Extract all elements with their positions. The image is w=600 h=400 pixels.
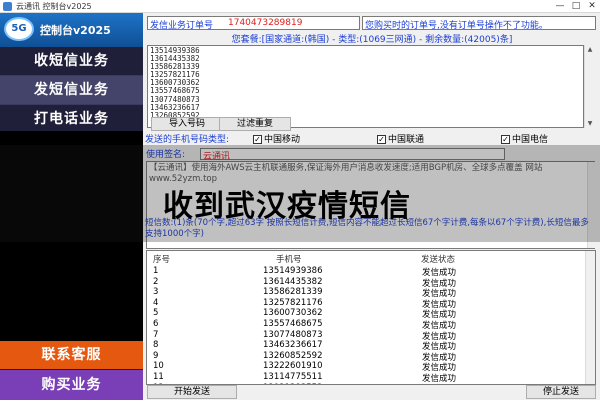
phone-line: 13514939386 bbox=[150, 46, 200, 55]
headline-overlay: 收到武汉疫情短信 bbox=[163, 189, 411, 224]
row-phone: 13600730362 bbox=[263, 308, 323, 319]
table-row[interactable]: 9 13260852592 发信成功 bbox=[147, 350, 587, 363]
order-value: 1740473289819 bbox=[228, 18, 303, 28]
table-row[interactable]: 2 13614435382 发信成功 bbox=[147, 276, 587, 289]
row-index: 6 bbox=[153, 319, 159, 329]
phone-numbers-textarea[interactable]: 13514939386 13614435382 13586281339 1325782… bbox=[147, 45, 584, 128]
row-index: 9 bbox=[153, 350, 159, 361]
order-label: 发信业务订单号 bbox=[150, 21, 214, 31]
table-row[interactable]: 4 13257821176 发信成功 bbox=[147, 297, 587, 310]
row-phone: 13114775511 bbox=[263, 372, 323, 382]
package-info: 您套餐:[国家通道:(韩国) - 类型:(1069三网通) - 剩余数量:(42… bbox=[231, 35, 513, 45]
scroll-down-icon[interactable]: ▼ bbox=[585, 120, 595, 127]
order-note-text: 您购买时的订单号,没有订单号操作不了功能。 bbox=[365, 21, 548, 31]
carrier-mobile-checkbox[interactable]: ✓ 中国移动 bbox=[253, 132, 300, 145]
close-icon[interactable]: ✕ bbox=[584, 0, 600, 13]
row-phone: 13514939386 bbox=[263, 266, 323, 276]
minimize-icon[interactable]: — bbox=[552, 0, 568, 13]
sidebar-item-call[interactable]: 打电话业务 bbox=[0, 105, 143, 134]
sidebar-blank bbox=[0, 131, 143, 341]
carrier-mobile-label: 中国移动 bbox=[264, 135, 301, 145]
phone-line: 13257821176 bbox=[150, 70, 200, 80]
table-row[interactable]: 5 13600730362 发信成功 bbox=[147, 308, 587, 320]
sidebar: 5G 控制台v2025 收短信业务 发短信业务 打电话业务 联系客服 购买业务 bbox=[0, 13, 143, 400]
row-phone: 13257821176 bbox=[263, 297, 323, 308]
table-row[interactable]: 11 13114775511 发信成功 bbox=[147, 372, 587, 384]
row-index: 5 bbox=[153, 308, 159, 319]
row-phone: 13260852592 bbox=[263, 350, 323, 361]
row-phone: 13463236617 bbox=[263, 340, 323, 351]
column-header-index: 序号 bbox=[153, 255, 171, 265]
table-row[interactable]: 7 13077480873 发信成功 bbox=[147, 329, 587, 342]
row-index: 10 bbox=[153, 361, 164, 372]
order-field[interactable]: 发信业务订单号 1740473289819 bbox=[147, 16, 360, 31]
maximize-icon[interactable]: □ bbox=[568, 0, 584, 13]
buy-service-button[interactable]: 购买业务 bbox=[0, 370, 143, 400]
row-index: 11 bbox=[153, 372, 164, 382]
filter-duplicates-button[interactable]: 过滤重复 bbox=[219, 117, 291, 131]
phone-line: 13463236617 bbox=[150, 102, 200, 112]
scroll-up-icon[interactable]: ▲ bbox=[585, 46, 595, 53]
carrier-unicom-checkbox[interactable]: ✓ 中国联通 bbox=[377, 132, 424, 145]
row-phone: 13586281339 bbox=[263, 287, 323, 298]
phone-line: 13557468675 bbox=[150, 86, 200, 96]
logo-badge: 5G bbox=[4, 17, 34, 41]
sidebar-item-send-sms[interactable]: 发短信业务 bbox=[0, 76, 143, 105]
table-row[interactable]: 1 13514939386 发信成功 bbox=[147, 266, 587, 278]
phone-line: 13600730362 bbox=[150, 78, 200, 88]
sign-input[interactable]: 云通讯 bbox=[200, 148, 505, 162]
row-index: 1 bbox=[153, 266, 159, 276]
import-numbers-button[interactable]: 导入号码 bbox=[151, 117, 223, 131]
table-row[interactable]: 6 13557468675 发信成功 bbox=[147, 319, 587, 331]
carrier-telecom-checkbox[interactable]: ✓ 中国电信 bbox=[501, 132, 548, 145]
checkbox-check-icon: ✓ bbox=[377, 135, 386, 144]
row-phone: 13222601910 bbox=[263, 361, 323, 372]
column-header-status: 发送状态 bbox=[421, 255, 456, 265]
carrier-telecom-label: 中国电信 bbox=[512, 135, 549, 145]
contact-support-button[interactable]: 联系客服 bbox=[0, 341, 143, 369]
row-status: 发信成功 bbox=[422, 383, 456, 384]
row-index: 7 bbox=[153, 329, 159, 340]
order-note: 您购买时的订单号,没有订单号操作不了功能。 bbox=[362, 16, 596, 31]
checkbox-check-icon: ✓ bbox=[253, 135, 262, 144]
row-phone: 13614435382 bbox=[263, 276, 323, 287]
window-titlebar: 云通讯 控制台v2025 — □ ✕ bbox=[0, 0, 600, 13]
stop-send-button[interactable]: 停止发送 bbox=[526, 385, 596, 399]
table-row[interactable]: 10 13222601910 发信成功 bbox=[147, 361, 587, 373]
row-phone: 13921293552 bbox=[263, 383, 323, 384]
table-scrollbar[interactable] bbox=[585, 251, 595, 384]
phone-line: 13077480873 bbox=[150, 94, 200, 104]
row-phone: 13557468675 bbox=[263, 319, 323, 329]
column-header-phone: 手机号 bbox=[276, 255, 302, 265]
row-phone: 13077480873 bbox=[263, 329, 323, 340]
logo-text: 控制台v2025 bbox=[40, 24, 111, 37]
table-row[interactable]: 8 13463236617 发信成功 bbox=[147, 340, 587, 352]
start-send-button[interactable]: 开始发送 bbox=[147, 385, 237, 399]
logo-area: 5G 控制台v2025 bbox=[0, 13, 143, 47]
carrier-unicom-label: 中国联通 bbox=[388, 135, 425, 145]
carrier-row: 发送的手机号码类型: ✓ 中国移动 ✓ 中国联通 ✓ 中国电信 bbox=[145, 132, 598, 145]
checkbox-check-icon: ✓ bbox=[501, 135, 510, 144]
phone-line: 13614435382 bbox=[150, 54, 200, 64]
carrier-label: 发送的手机号码类型: bbox=[145, 135, 230, 145]
sign-label: 使用签名: bbox=[146, 150, 186, 160]
send-results-table: 序号 手机号 发送状态 1 13514939386 发信成功 2 13614435382… bbox=[146, 250, 596, 385]
row-index: 8 bbox=[153, 340, 159, 351]
sidebar-item-receive-sms[interactable]: 收短信业务 bbox=[0, 47, 143, 76]
phone-scrollbar[interactable]: ▲ ▼ bbox=[584, 45, 595, 128]
row-index: 2 bbox=[153, 276, 159, 287]
app-icon bbox=[3, 2, 12, 11]
window-title: 云通讯 控制台v2025 bbox=[16, 2, 92, 11]
phone-line: 13586281339 bbox=[150, 62, 200, 72]
table-row[interactable]: 3 13586281339 发信成功 bbox=[147, 287, 587, 299]
row-index: 4 bbox=[153, 297, 159, 308]
row-index: 3 bbox=[153, 287, 159, 298]
